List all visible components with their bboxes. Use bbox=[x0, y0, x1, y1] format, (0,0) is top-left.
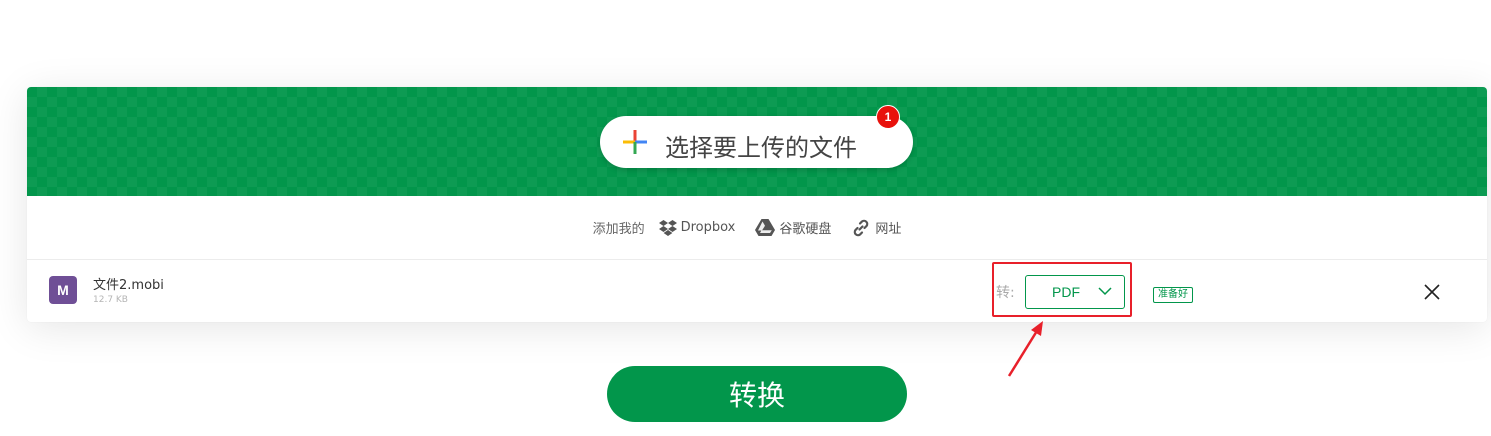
choose-files-button[interactable]: 选择要上传的文件 1 bbox=[600, 105, 913, 168]
dropbox-source-button[interactable]: Dropbox bbox=[658, 219, 736, 236]
upload-card: 选择要上传的文件 1 添加我的 Dropbox 谷歌硬盘 网址 M 文件2.mo… bbox=[27, 87, 1487, 322]
sources-prefix: 添加我的 bbox=[592, 222, 645, 237]
google-drive-icon bbox=[755, 219, 776, 236]
convert-button[interactable]: 转换 bbox=[607, 366, 907, 422]
status-badge: 准备好 bbox=[1153, 287, 1193, 303]
dropbox-icon bbox=[658, 219, 677, 236]
google-drive-source-button[interactable]: 谷歌硬盘 bbox=[755, 218, 831, 237]
file-row: M 文件2.mobi 12.7 KB 转: PDF 准备好 bbox=[27, 260, 1487, 322]
upload-banner: 选择要上传的文件 1 bbox=[27, 87, 1487, 196]
annotation-highlight-box bbox=[992, 262, 1132, 317]
plus-icon bbox=[623, 130, 647, 154]
file-count-badge: 1 bbox=[876, 105, 900, 129]
file-name: 文件2.mobi bbox=[93, 278, 164, 293]
file-size: 12.7 KB bbox=[93, 295, 128, 305]
annotation-arrow bbox=[1007, 321, 1043, 377]
dropbox-label: Dropbox bbox=[680, 220, 736, 235]
link-icon bbox=[854, 219, 869, 236]
mobi-file-icon: M bbox=[49, 276, 77, 304]
url-label: 网址 bbox=[875, 222, 902, 237]
add-from-sources: 添加我的 Dropbox 谷歌硬盘 网址 bbox=[27, 196, 1487, 260]
url-source-button[interactable]: 网址 bbox=[851, 218, 901, 238]
close-icon[interactable] bbox=[1424, 284, 1440, 300]
choose-files-label: 选择要上传的文件 bbox=[665, 134, 857, 162]
google-drive-label: 谷歌硬盘 bbox=[779, 222, 832, 237]
